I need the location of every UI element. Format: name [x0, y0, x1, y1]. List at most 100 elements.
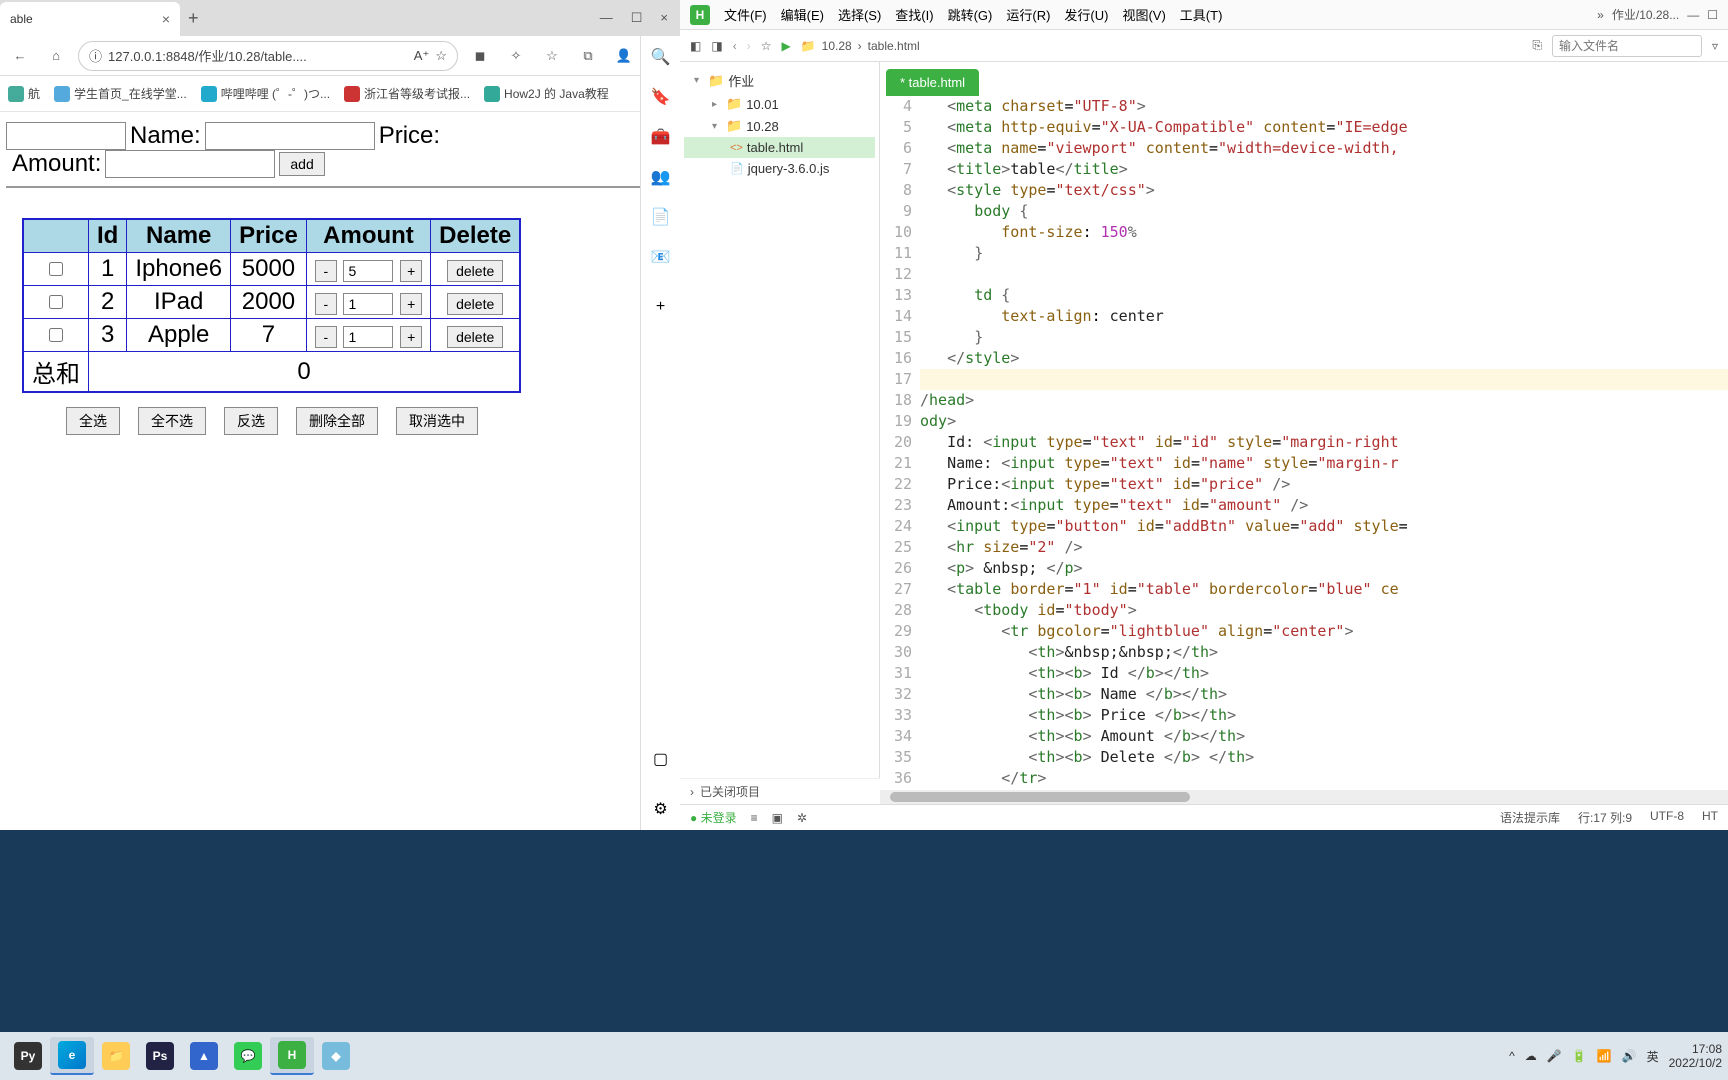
maximize-icon[interactable]: ☐: [631, 10, 643, 26]
menu-tools[interactable]: 工具(T): [1180, 5, 1223, 24]
filter-icon[interactable]: ▿: [1712, 39, 1718, 53]
maximize-icon[interactable]: ☐: [1707, 8, 1718, 22]
people-icon[interactable]: 👥: [650, 166, 672, 188]
bookmark-item[interactable]: 学生首页_在线学堂...: [54, 85, 187, 102]
star-icon[interactable]: ☆: [761, 39, 772, 53]
tree-folder-1001[interactable]: ▸📁10.01: [684, 93, 875, 115]
taskbar-explorer[interactable]: 📁: [94, 1037, 138, 1075]
row-checkbox[interactable]: [49, 295, 63, 309]
minus-button[interactable]: -: [315, 260, 337, 282]
taskbar-app-blue[interactable]: ▲: [182, 1037, 226, 1075]
reading-mode-icon[interactable]: A⁺: [414, 48, 430, 64]
menu-file[interactable]: 文件(F): [724, 5, 767, 24]
terminal-icon[interactable]: ▣: [772, 811, 783, 825]
taskbar-pycharm[interactable]: Py: [6, 1037, 50, 1075]
file-finder-input[interactable]: [1552, 35, 1702, 57]
bookmark-item[interactable]: 浙江省等级考试报...: [344, 85, 470, 102]
plus-button[interactable]: +: [400, 293, 422, 315]
amount-input[interactable]: [105, 150, 275, 178]
name-input[interactable]: [205, 122, 375, 150]
panel-toggle-icon[interactable]: ▢: [650, 748, 672, 770]
menu-edit[interactable]: 编辑(E): [781, 5, 824, 24]
id-input[interactable]: [6, 122, 126, 150]
toolbar-icon-1[interactable]: ◼: [466, 42, 494, 70]
tray-wifi-icon[interactable]: 📶: [1597, 1049, 1612, 1063]
bookmark-item[interactable]: How2J 的 Java教程: [484, 85, 609, 102]
nav-forward-icon[interactable]: ›: [747, 39, 751, 53]
login-status[interactable]: ● 未登录: [690, 809, 737, 826]
syntax-hint[interactable]: 语法提示库: [1500, 809, 1560, 826]
row-checkbox[interactable]: [49, 328, 63, 342]
tray-chevron-icon[interactable]: ^: [1509, 1049, 1515, 1063]
quantity-input[interactable]: [343, 260, 393, 282]
menu-goto[interactable]: 跳转(G): [948, 5, 993, 24]
office-icon[interactable]: 📄: [650, 206, 672, 228]
delete-button[interactable]: delete: [447, 326, 503, 348]
tray-ime[interactable]: 英: [1647, 1048, 1659, 1065]
plus-button[interactable]: +: [400, 326, 422, 348]
overflow-icon[interactable]: »: [1597, 8, 1604, 22]
deselect-all-button[interactable]: 全不选: [138, 407, 206, 435]
profile-icon[interactable]: 👤: [610, 42, 638, 70]
toolbox-icon[interactable]: 🧰: [650, 126, 672, 148]
new-tab-button[interactable]: +: [188, 8, 199, 29]
tree-root[interactable]: ▾📁作业: [684, 68, 875, 93]
run-icon[interactable]: ▶: [781, 39, 790, 53]
preview-icon[interactable]: ⎘: [1532, 38, 1542, 53]
delete-button[interactable]: delete: [447, 260, 503, 282]
home-icon[interactable]: ⌂: [42, 42, 70, 70]
add-sidebar-icon[interactable]: +: [650, 296, 672, 318]
menu-run[interactable]: 运行(R): [1006, 5, 1050, 24]
collections-icon[interactable]: ⧉: [574, 42, 602, 70]
delete-button[interactable]: delete: [447, 293, 503, 315]
closed-projects[interactable]: ›已关闭项目: [680, 778, 880, 804]
breadcrumb[interactable]: 📁 10.28 › table.html: [801, 39, 920, 53]
close-window-icon[interactable]: ×: [660, 10, 668, 26]
minus-button[interactable]: -: [315, 293, 337, 315]
taskbar-edge[interactable]: e: [50, 1037, 94, 1075]
cancel-select-button[interactable]: 取消选中: [396, 407, 478, 435]
back-icon[interactable]: ←: [6, 42, 34, 70]
nav-back-icon[interactable]: ‹: [733, 39, 737, 53]
encoding[interactable]: UTF-8: [1650, 809, 1684, 826]
settings-icon[interactable]: ⚙: [650, 798, 672, 820]
tray-volume-icon[interactable]: 🔊: [1622, 1049, 1637, 1063]
language-mode[interactable]: HT: [1702, 809, 1718, 826]
indent-icon[interactable]: ≡: [751, 811, 758, 825]
horizontal-scrollbar[interactable]: [880, 790, 1728, 804]
plus-button[interactable]: +: [400, 260, 422, 282]
extensions-icon[interactable]: ✧: [502, 42, 530, 70]
tray-onedrive-icon[interactable]: ☁: [1525, 1049, 1537, 1063]
quantity-input[interactable]: [343, 326, 393, 348]
select-all-button[interactable]: 全选: [66, 407, 120, 435]
bookmark-item[interactable]: 哔哩哔哩 (゜-゜)つ...: [201, 85, 330, 102]
row-checkbox[interactable]: [49, 262, 63, 276]
panel-left-icon[interactable]: ◧: [690, 39, 701, 53]
code-editor[interactable]: 4567891011121314151617181920212223242526…: [880, 96, 1728, 804]
panel-bottom-icon[interactable]: ◨: [711, 39, 722, 53]
tree-folder-1028[interactable]: ▾📁10.28: [684, 115, 875, 137]
taskbar-photoshop[interactable]: Ps: [138, 1037, 182, 1075]
menu-find[interactable]: 查找(I): [895, 5, 933, 24]
add-button[interactable]: add: [279, 152, 324, 176]
taskbar-app-last[interactable]: ◆: [314, 1037, 358, 1075]
minus-button[interactable]: -: [315, 326, 337, 348]
sync-icon[interactable]: ✲: [797, 811, 807, 825]
taskbar-hbuilder[interactable]: H: [270, 1037, 314, 1075]
delete-all-button[interactable]: 删除全部: [296, 407, 378, 435]
tray-mic-icon[interactable]: 🎤: [1547, 1049, 1562, 1063]
tag-icon[interactable]: 🔖: [650, 86, 672, 108]
favorites-icon[interactable]: ☆: [538, 42, 566, 70]
tree-file-table[interactable]: <>table.html: [684, 137, 875, 158]
browser-tab[interactable]: able ×: [0, 2, 180, 36]
taskbar-clock[interactable]: 17:08 2022/10/2: [1669, 1042, 1722, 1070]
menu-publish[interactable]: 发行(U): [1064, 5, 1108, 24]
menu-view[interactable]: 视图(V): [1122, 5, 1165, 24]
minimize-icon[interactable]: —: [1687, 8, 1699, 22]
address-bar[interactable]: ⓘ 127.0.0.1:8848/作业/10.28/table.... A⁺ ☆: [78, 41, 458, 71]
tray-battery-icon[interactable]: 🔋: [1572, 1049, 1587, 1063]
tree-file-jquery[interactable]: 📄jquery-3.6.0.js: [684, 158, 875, 179]
favorite-icon[interactable]: ☆: [435, 48, 447, 64]
invert-select-button[interactable]: 反选: [224, 407, 278, 435]
menu-select[interactable]: 选择(S): [838, 5, 881, 24]
